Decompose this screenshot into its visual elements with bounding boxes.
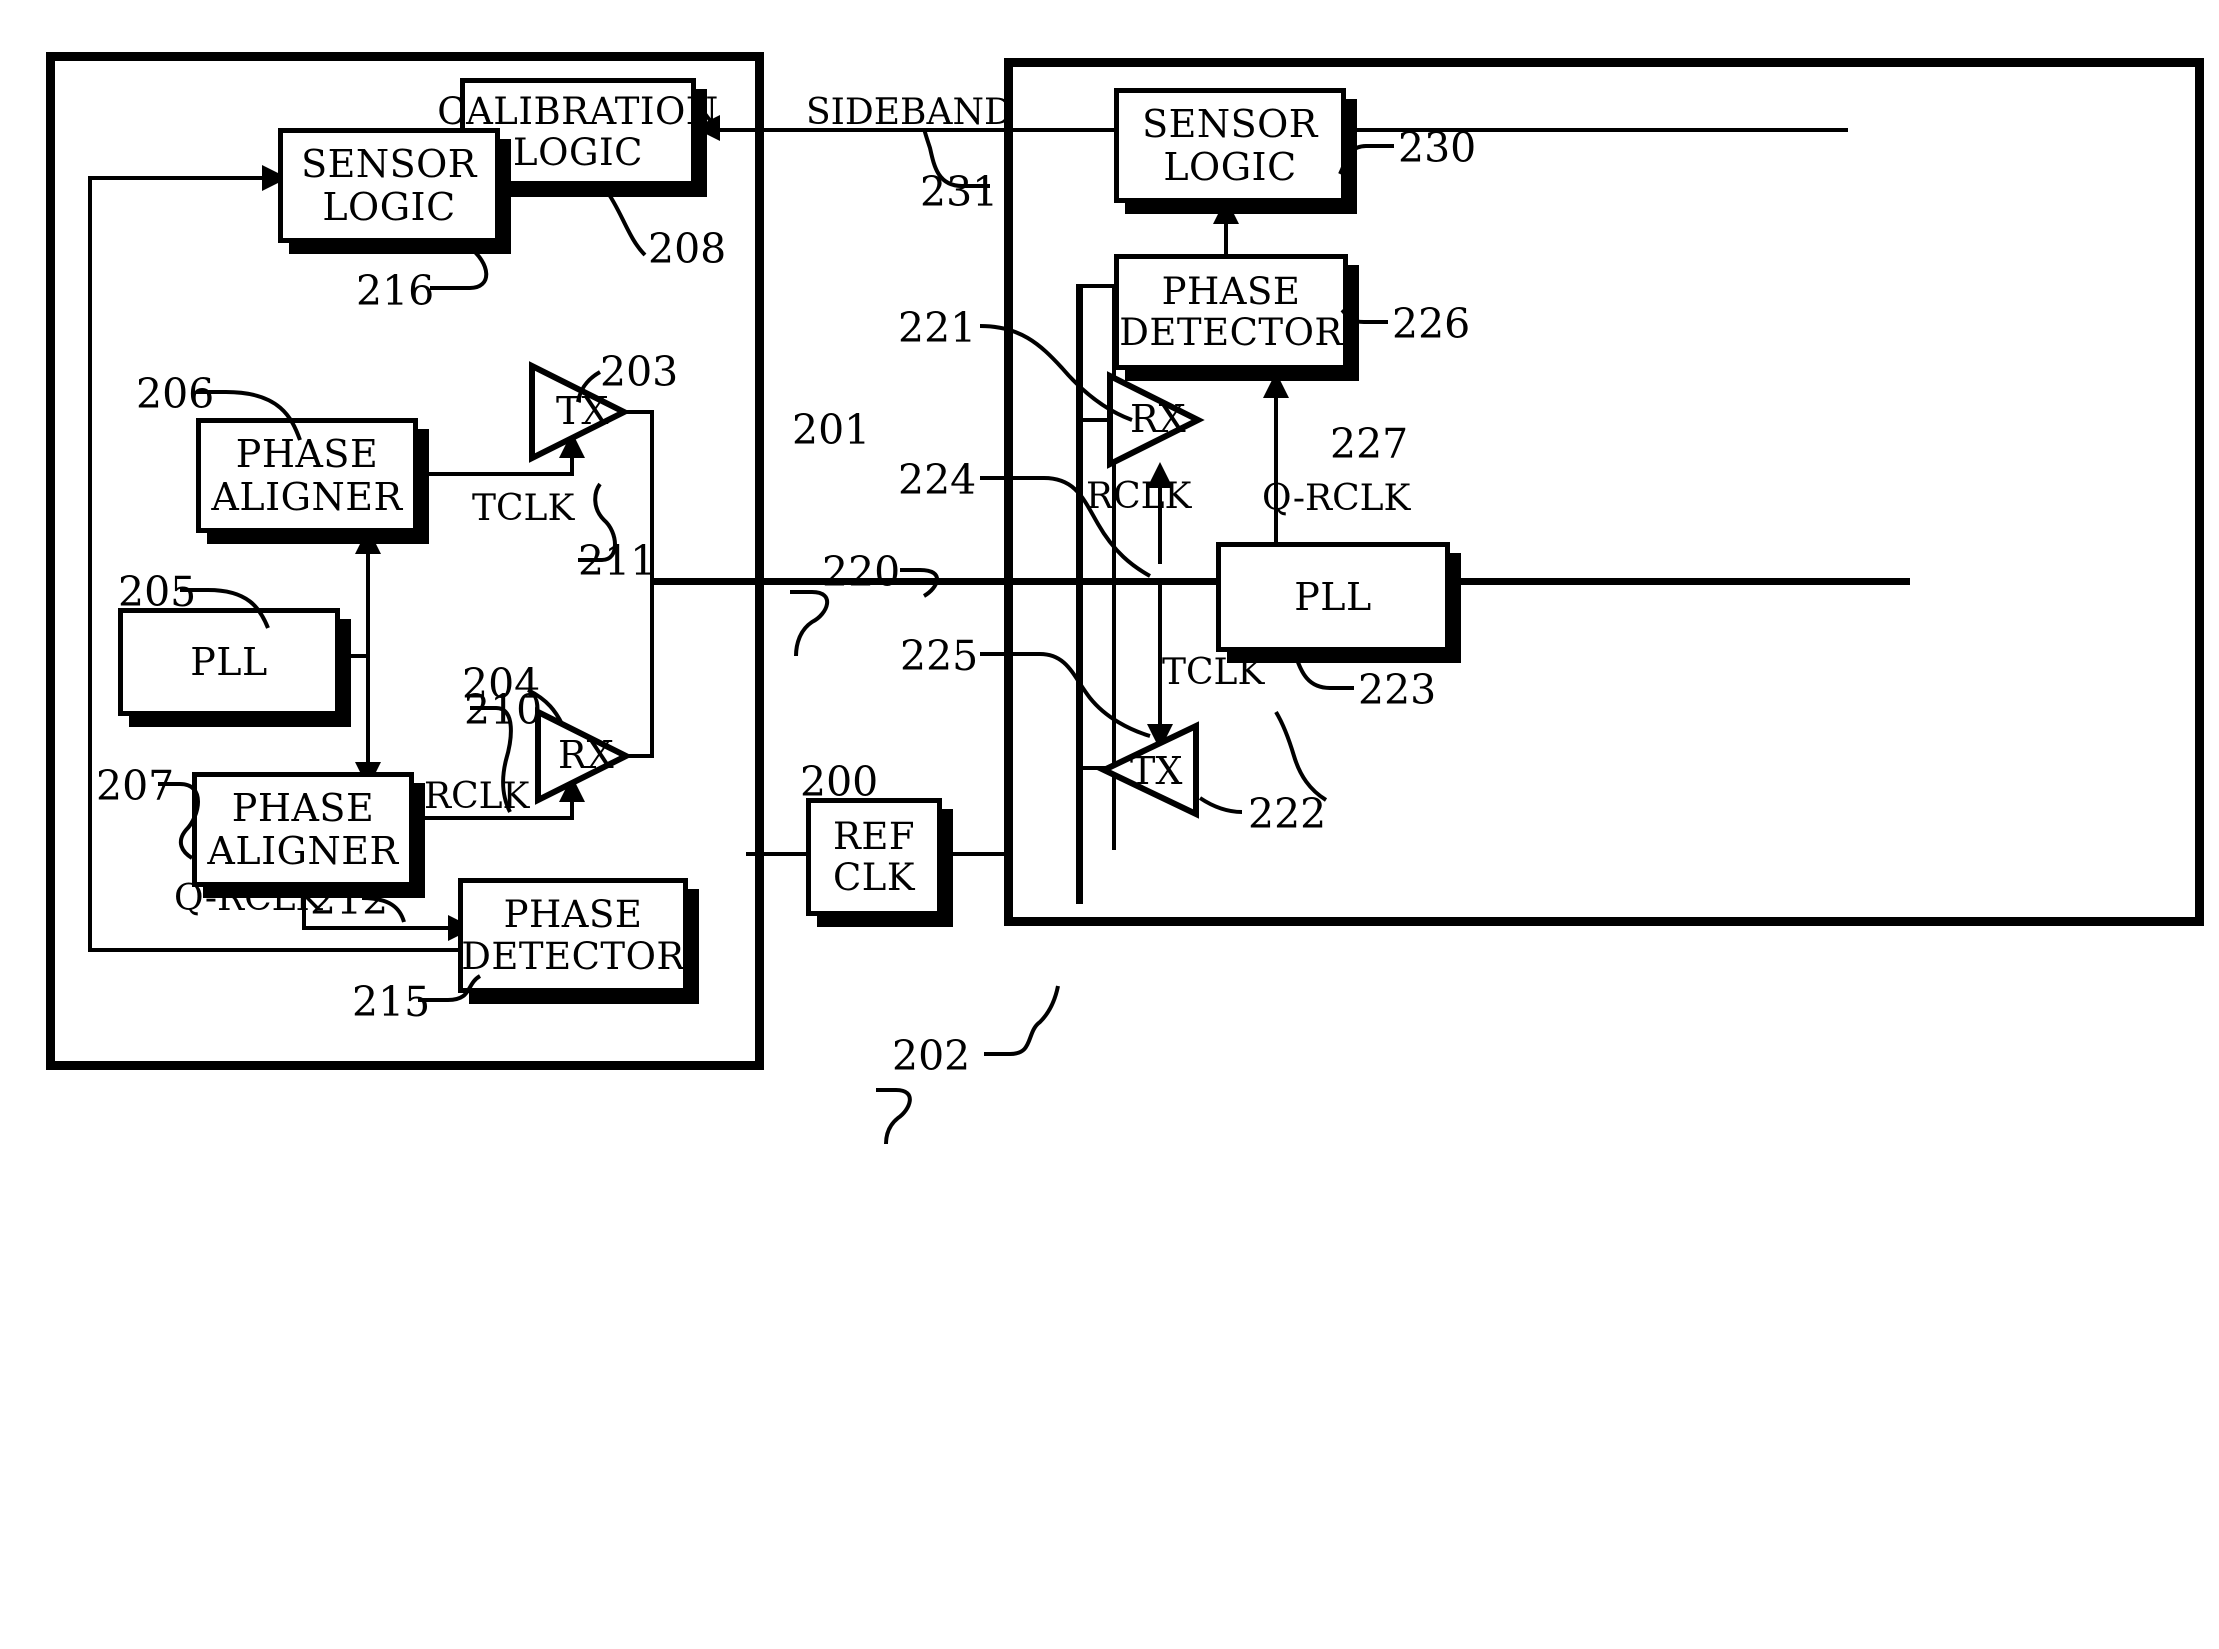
pll-right-label: PLL (1294, 574, 1372, 619)
amplifier-rx-right[interactable]: RX (1106, 371, 1205, 469)
ref-222: 222 (1248, 790, 1327, 838)
wire-left-feedback-vertical (88, 178, 92, 950)
phase-aligner-top-line2: ALIGNER (211, 474, 403, 519)
wire-qrclk-left-across (302, 926, 454, 930)
ref-201: 201 (792, 406, 871, 454)
phase-detector-right-line1: PHASE (1161, 269, 1301, 313)
block-phase-detector-left[interactable]: PHASE DETECTOR (458, 878, 688, 993)
wire-rx-left-up (650, 580, 654, 756)
ref-224: 224 (898, 456, 977, 504)
pll-left-label: PLL (190, 639, 268, 684)
wire-pll-left-vertical (366, 540, 370, 790)
ref-clk-line2: CLK (832, 856, 915, 899)
ref-230: 230 (1398, 124, 1477, 172)
wire-right-rail-outer (1076, 284, 1083, 864)
ref-220: 220 (822, 548, 901, 596)
calibration-logic-line1: CALIBRATION (437, 89, 719, 133)
block-pll-left[interactable]: PLL (118, 608, 340, 716)
label-tclk-right: TCLK (1162, 652, 1265, 693)
ref-205: 205 (118, 568, 197, 616)
phase-aligner-top-line1: PHASE (235, 431, 379, 476)
block-phase-aligner-bottom[interactable]: PHASE ALIGNER (192, 772, 414, 887)
arrowhead-qrclk-into-detector-right (1263, 372, 1289, 398)
amplifier-tx-right[interactable]: TX (1097, 721, 1200, 819)
ref-206: 206 (136, 370, 215, 418)
sensor-logic-right-line1: SENSOR (1142, 101, 1318, 146)
label-q-rclk-right: Q-RCLK (1262, 478, 1411, 519)
ref-200: 200 (800, 758, 879, 806)
ref-202: 202 (892, 1032, 971, 1080)
phase-detector-right-line2: DETECTOR (1119, 311, 1343, 354)
label-tclk-left: TCLK (472, 488, 575, 529)
ref-203: 203 (600, 348, 679, 396)
ref-clk-line1: REF (832, 814, 916, 858)
wire-left-feedback-to-sensor (88, 176, 268, 180)
label-rclk-left: RCLK (424, 776, 530, 817)
sensor-logic-left-line2: LOGIC (322, 184, 456, 229)
phase-detector-left-line1: PHASE (503, 893, 643, 937)
block-sensor-logic-left[interactable]: SENSOR LOGIC (278, 128, 500, 243)
wire-bus-to-pll-right (1158, 578, 1220, 582)
ref-215: 215 (352, 978, 431, 1026)
ref-210: 210 (464, 686, 543, 734)
wire-refclk-right (932, 852, 1012, 856)
patent-figure: SENSOR LOGIC CALIBRATION LOGIC PHASE ALI… (0, 0, 2219, 1649)
wire-refclk-left (746, 852, 806, 856)
rx-left-label: RX (558, 733, 614, 777)
wire-right-refclk-riser (1076, 852, 1083, 904)
tx-right-label: TX (1130, 749, 1182, 793)
ref-208: 208 (648, 225, 727, 273)
ref-216: 216 (356, 267, 435, 315)
wire-rx-left-to-detector (650, 754, 654, 758)
wire-rx-right-in (1076, 418, 1110, 422)
sensor-logic-left-line1: SENSOR (301, 141, 477, 186)
block-phase-detector-right[interactable]: PHASE DETECTOR (1114, 254, 1348, 370)
ref-207: 207 (96, 762, 175, 810)
wire-qrclk-right (1274, 396, 1278, 550)
ref-231: 231 (920, 168, 999, 216)
rx-right-label: RX (1130, 397, 1186, 441)
ref-221: 221 (898, 304, 977, 352)
amplifier-rx-left[interactable]: RX (534, 707, 633, 805)
phase-aligner-bottom-line2: ALIGNER (207, 828, 399, 873)
sensor-logic-right-line2: LOGIC (1163, 144, 1297, 189)
block-ref-clk[interactable]: REF CLK (806, 798, 942, 916)
wire-tclk-left (408, 472, 574, 476)
ref-211: 211 (578, 537, 657, 585)
wire-phase-detector-left-feedback (88, 948, 460, 952)
phase-detector-left-line2: DETECTOR (461, 934, 685, 978)
label-sideband: SIDEBAND (806, 92, 1013, 133)
ref-227: 227 (1330, 420, 1409, 468)
block-sensor-logic-right[interactable]: SENSOR LOGIC (1114, 88, 1346, 203)
ref-223: 223 (1358, 666, 1437, 714)
block-pll-right[interactable]: PLL (1216, 542, 1450, 652)
wire-sensorlogic-right-to-sideband (1012, 128, 1116, 132)
ref-225: 225 (900, 632, 979, 680)
block-phase-aligner-top[interactable]: PHASE ALIGNER (196, 418, 418, 533)
label-rclk-right: RCLK (1086, 476, 1192, 517)
phase-aligner-bottom-line1: PHASE (231, 785, 375, 830)
label-q-rclk-left: Q-RCLK (174, 878, 323, 919)
ref-226: 226 (1392, 300, 1471, 348)
